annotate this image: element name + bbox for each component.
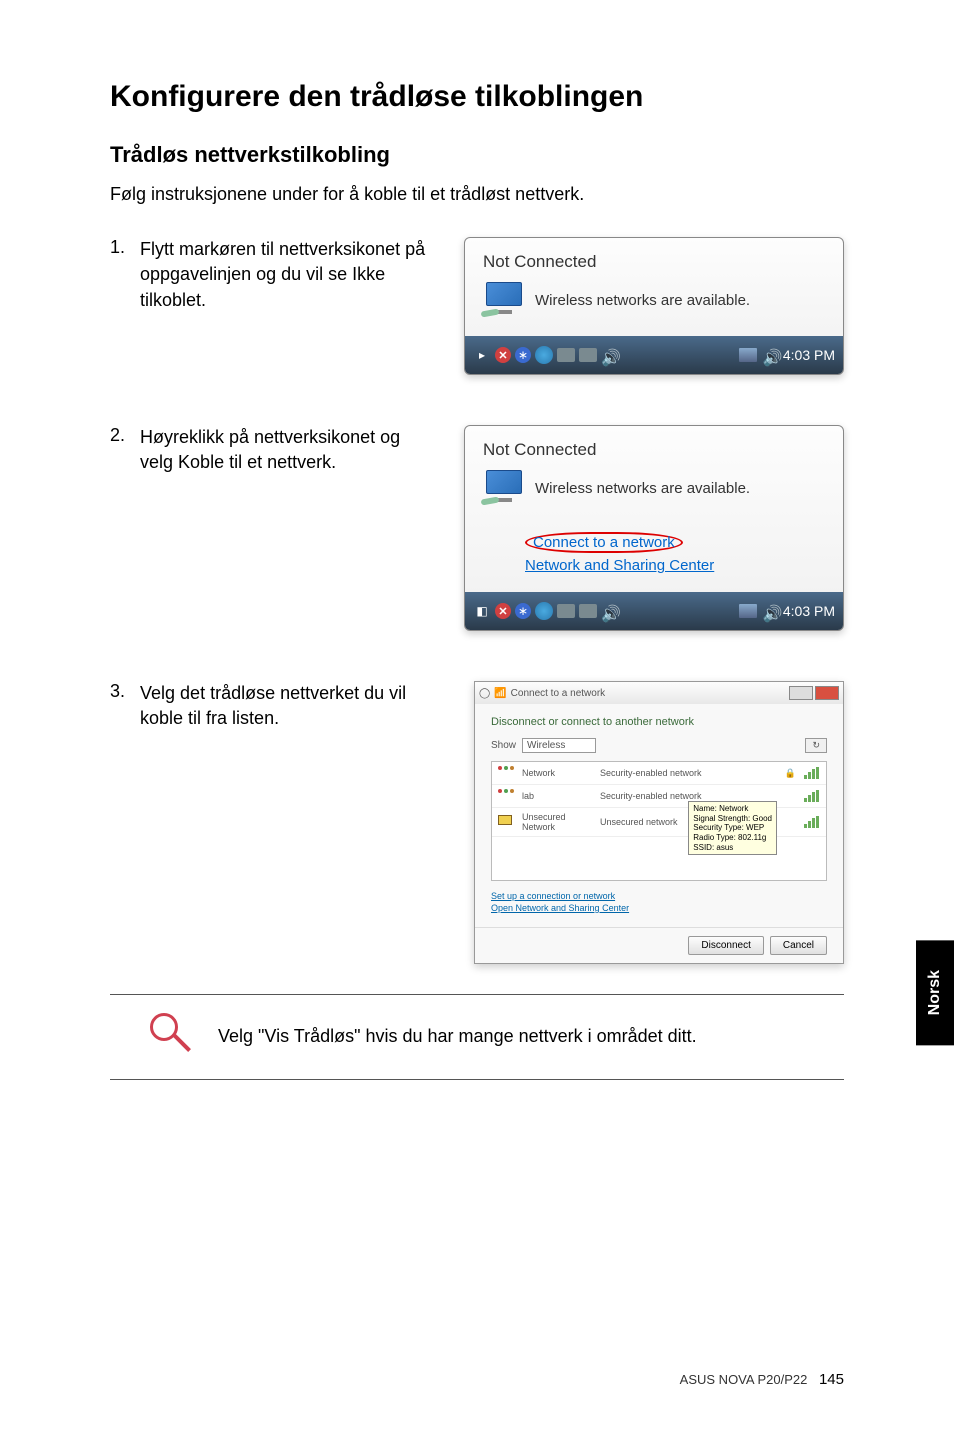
magnifier-icon — [150, 1013, 188, 1061]
flag-icon[interactable]: ◧ — [473, 602, 491, 620]
taskbar: ▸ ✕ ∗ 🔊 🔊 4:03 PM — [465, 336, 843, 374]
dialog-titlebar: ◯ 📶 Connect to a network — [475, 682, 843, 704]
minimize-button[interactable] — [789, 686, 813, 700]
popup-status: Not Connected — [483, 252, 825, 272]
close-button[interactable] — [815, 686, 839, 700]
step-text: Velg det trådløse nettverket du vil kobl… — [140, 681, 430, 731]
intro-text: Følg instruksjonene under for å koble ti… — [110, 182, 844, 207]
popup-message: Wireless networks are available. — [535, 480, 750, 497]
step-3: 3. Velg det trådløse nettverket du vil k… — [110, 681, 844, 963]
wireless-title-icon: 📶 — [494, 688, 506, 699]
lang-icon[interactable] — [579, 348, 597, 362]
dialog-heading: Disconnect or connect to another network — [491, 716, 827, 728]
close-tray-icon[interactable]: ✕ — [495, 347, 511, 363]
network-popup-menu: Not Connected Wireless networks are avai… — [464, 425, 844, 631]
cancel-button[interactable]: Cancel — [770, 936, 827, 955]
setup-connection-link[interactable]: Set up a connection or network — [491, 891, 827, 903]
speaker-icon[interactable]: 🔊 — [601, 604, 615, 618]
network-tray-icon[interactable] — [739, 604, 757, 618]
page-title: Konfigurere den trådløse tilkoblingen — [110, 80, 844, 114]
monitor-icon — [498, 815, 512, 825]
step-number: 1. — [110, 237, 125, 313]
popup-status: Not Connected — [483, 440, 825, 460]
lang-icon[interactable] — [579, 604, 597, 618]
network-popup: Not Connected Wireless networks are avai… — [464, 237, 844, 375]
show-select[interactable]: Wireless — [522, 738, 596, 753]
back-icon[interactable]: ◯ — [479, 688, 490, 699]
page-footer: ASUS NOVA P20/P22 145 — [680, 1371, 844, 1388]
note-text: Velg "Vis Trådløs" hvis du har mange net… — [218, 1026, 697, 1047]
step-number: 2. — [110, 425, 125, 475]
volume-icon[interactable]: 🔊 — [763, 604, 777, 618]
step-2: 2. Høyreklikk på nettverksikonet og velg… — [110, 425, 844, 631]
network-monitor-icon — [483, 470, 525, 506]
keyboard-icon[interactable] — [557, 604, 575, 618]
show-label: Show — [491, 740, 516, 751]
clock: 4:03 PM — [783, 347, 835, 363]
connect-network-link[interactable]: Connect to a network — [525, 532, 825, 553]
network-item[interactable]: Network Security-enabled network 🔒 — [492, 762, 826, 785]
volume-icon[interactable]: 🔊 — [763, 348, 777, 362]
open-sharing-link[interactable]: Open Network and Sharing Center — [491, 903, 827, 915]
connect-dialog: ◯ 📶 Connect to a network Disconnect or c… — [474, 681, 844, 963]
step-text: Flytt markøren til nettverksikonet på op… — [140, 237, 430, 313]
note-box: Velg "Vis Trådløs" hvis du har mange net… — [110, 994, 844, 1080]
step-1: 1. Flytt markøren til nettverksikonet på… — [110, 237, 844, 375]
step-number: 3. — [110, 681, 125, 731]
taskbar: ◧ ✕ ∗ 🔊 🔊 4:03 PM — [465, 592, 843, 630]
disconnect-button[interactable]: Disconnect — [688, 936, 763, 955]
keyboard-icon[interactable] — [557, 348, 575, 362]
close-tray-icon[interactable]: ✕ — [495, 603, 511, 619]
network-tooltip: Name: Network Signal Strength: Good Secu… — [688, 801, 777, 855]
sharing-center-link[interactable]: Network and Sharing Center — [525, 557, 825, 574]
clock: 4:03 PM — [783, 603, 835, 619]
language-tab: Norsk — [916, 940, 954, 1045]
lock-icon: 🔒 — [785, 768, 796, 779]
globe-icon[interactable] — [535, 602, 553, 620]
refresh-button[interactable]: ↻ — [805, 738, 827, 753]
network-tray-icon[interactable] — [739, 348, 757, 362]
network-monitor-icon — [483, 282, 525, 318]
popup-message: Wireless networks are available. — [535, 292, 750, 309]
chevron-icon[interactable]: ▸ — [473, 346, 491, 364]
signal-icon — [804, 790, 820, 802]
signal-icon — [804, 767, 820, 779]
footer-product: ASUS NOVA P20/P22 — [680, 1372, 808, 1387]
globe-icon[interactable] — [535, 346, 553, 364]
footer-page-number: 145 — [819, 1371, 844, 1388]
bluetooth-icon[interactable]: ∗ — [515, 347, 531, 363]
speaker-icon[interactable]: 🔊 — [601, 348, 615, 362]
bluetooth-icon[interactable]: ∗ — [515, 603, 531, 619]
signal-icon — [804, 816, 820, 828]
section-subtitle: Trådløs nettverkstilkobling — [110, 142, 844, 168]
dialog-title: Connect to a network — [511, 688, 606, 699]
step-text: Høyreklikk på nettverksikonet og velg Ko… — [140, 425, 430, 475]
